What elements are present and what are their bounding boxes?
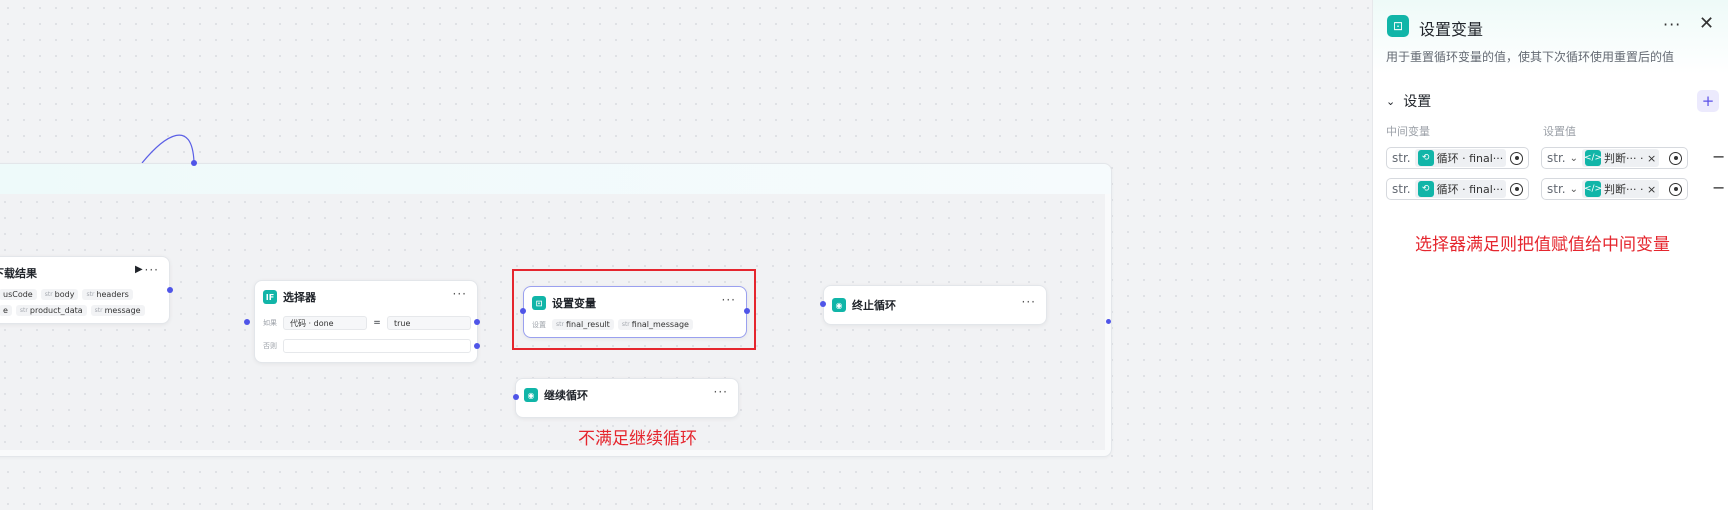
node-title: 下载结果 bbox=[0, 267, 37, 280]
section-settings[interactable]: ⌄ 设置 bbox=[1386, 91, 1431, 111]
var-tag: str final_message bbox=[617, 319, 693, 330]
variable-chip: ⟲ 循环 · final··· bbox=[1414, 180, 1507, 198]
node-selector[interactable]: IF 选择器 ··· 如果 代码 · done = true 否则 bbox=[254, 280, 478, 363]
value-chip: </> 判断··· · × bbox=[1582, 149, 1660, 167]
node-title: 选择器 bbox=[283, 291, 316, 304]
condition-right[interactable]: true bbox=[387, 316, 471, 330]
variable-select[interactable]: str. ⟲ 循环 · final··· bbox=[1386, 178, 1529, 200]
terminate-icon: ◉ bbox=[832, 298, 846, 312]
input-port[interactable] bbox=[244, 319, 250, 325]
loop-top-port[interactable] bbox=[191, 160, 197, 166]
output-tag: e bbox=[0, 305, 12, 316]
play-icon[interactable]: ▶ bbox=[135, 264, 143, 275]
settings-panel: ⊡ 设置变量 ··· ✕ 用于重置循环变量的值，使其下次循环使用重置后的值 ⌄ … bbox=[1372, 0, 1728, 510]
input-port[interactable] bbox=[520, 308, 526, 314]
value-select[interactable]: str. ⌄ </> 判断··· · × bbox=[1541, 178, 1688, 200]
chevron-down-icon: ⌄ bbox=[1386, 94, 1396, 108]
output-tag: usCode bbox=[0, 289, 37, 300]
chevron-down-icon[interactable]: ⌄ bbox=[1570, 153, 1578, 164]
node-download-result[interactable]: 下载结果 ▶ ··· usCode strbody strheaders e s… bbox=[0, 256, 170, 324]
node-continue-loop[interactable]: ◉ 继续循环 ··· bbox=[515, 378, 739, 418]
more-icon[interactable]: ··· bbox=[1663, 15, 1681, 34]
output-tag: str product_data bbox=[15, 305, 87, 316]
node-title: 终止循环 bbox=[852, 299, 896, 312]
annotation-panel: 选择器满足则把值赋值给中间变量 bbox=[1415, 235, 1670, 255]
target-icon[interactable] bbox=[1669, 182, 1682, 196]
output-port[interactable] bbox=[744, 308, 750, 314]
else-label: 否则 bbox=[263, 342, 277, 350]
loop-icon: ⟲ bbox=[1417, 181, 1434, 197]
condition-operator[interactable]: = bbox=[367, 318, 387, 328]
target-icon[interactable] bbox=[1510, 182, 1523, 196]
output-tag: str message bbox=[90, 305, 145, 316]
section-label: 设置 bbox=[1403, 94, 1432, 110]
code-icon: </> bbox=[1584, 181, 1602, 197]
if-label: 如果 bbox=[263, 319, 277, 327]
else-output-port[interactable] bbox=[474, 343, 480, 349]
value-chip: </> 判断··· · × bbox=[1582, 180, 1660, 198]
more-icon[interactable]: ··· bbox=[453, 287, 467, 301]
var-tag: str final_result bbox=[552, 319, 614, 330]
code-icon: </> bbox=[1584, 150, 1602, 166]
node-set-variable[interactable]: ⊡ 设置变量 ··· 设置 str final_result str final_m… bbox=[523, 286, 747, 338]
value-select[interactable]: str. ⌄ </> 判断··· · × bbox=[1541, 147, 1688, 169]
output-port[interactable] bbox=[167, 287, 173, 293]
variable-chip: ⟲ 循环 · final··· bbox=[1414, 149, 1507, 167]
col-header-value: 设置值 bbox=[1543, 125, 1576, 138]
set-variable-icon: ⊡ bbox=[532, 296, 546, 310]
output-tag: str headers bbox=[82, 289, 133, 300]
more-icon[interactable]: ··· bbox=[722, 293, 736, 307]
more-icon[interactable]: ··· bbox=[145, 263, 159, 277]
condition-left[interactable]: 代码 · done bbox=[283, 316, 367, 330]
target-icon[interactable] bbox=[1510, 151, 1523, 165]
annotation-continue: 不满足继续循环 bbox=[578, 429, 697, 449]
panel-description: 用于重置循环变量的值，使其下次循环使用重置后的值 bbox=[1386, 50, 1675, 64]
loop-icon: ⟲ bbox=[1417, 150, 1434, 166]
if-icon: IF bbox=[263, 290, 277, 304]
loop-right-port[interactable] bbox=[1106, 319, 1111, 324]
output-tag: str body bbox=[40, 289, 79, 300]
input-port[interactable] bbox=[820, 301, 826, 307]
loop-header bbox=[0, 164, 1111, 194]
more-icon[interactable]: ··· bbox=[714, 385, 728, 399]
remove-row-button[interactable]: − bbox=[1712, 178, 1725, 197]
col-header-variable: 中间变量 bbox=[1386, 125, 1430, 138]
panel-title: 设置变量 bbox=[1419, 20, 1484, 39]
node-terminate-loop[interactable]: ◉ 终止循环 ··· bbox=[823, 285, 1047, 325]
close-icon[interactable]: ✕ bbox=[1699, 13, 1714, 34]
if-output-port[interactable] bbox=[474, 319, 480, 325]
set-variable-icon: ⊡ bbox=[1387, 15, 1409, 37]
continue-icon: ◉ bbox=[524, 388, 538, 402]
input-port[interactable] bbox=[513, 394, 519, 400]
else-box[interactable] bbox=[283, 339, 471, 353]
node-title: 设置变量 bbox=[552, 297, 596, 310]
node-title: 继续循环 bbox=[544, 389, 588, 402]
chevron-down-icon[interactable]: ⌄ bbox=[1570, 184, 1578, 195]
remove-row-button[interactable]: − bbox=[1712, 147, 1725, 166]
set-label: 设置 bbox=[532, 320, 546, 329]
target-icon[interactable] bbox=[1669, 151, 1682, 165]
more-icon[interactable]: ··· bbox=[1022, 295, 1036, 309]
variable-select[interactable]: str. ⟲ 循环 · final··· bbox=[1386, 147, 1529, 169]
add-button[interactable]: + bbox=[1697, 90, 1719, 112]
